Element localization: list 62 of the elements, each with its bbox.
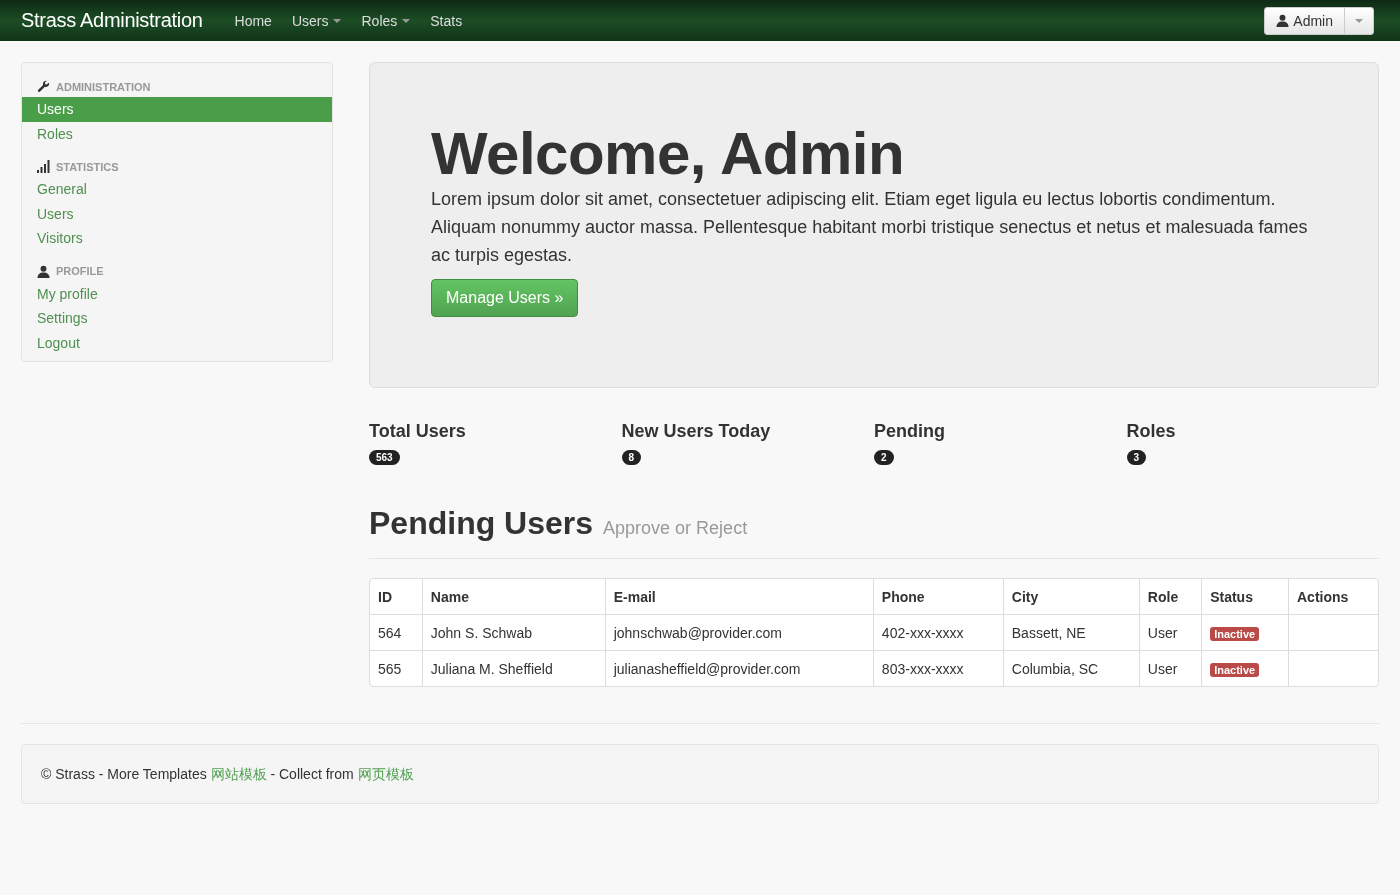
table-cell: 564 <box>370 614 422 650</box>
count-badge: 3 <box>1126 450 1147 465</box>
sidebar-item[interactable]: Logout <box>22 330 332 355</box>
column-header: Role <box>1138 579 1202 614</box>
sidebar-item[interactable]: Settings <box>22 306 332 331</box>
column-header: Actions <box>1288 579 1378 614</box>
table-cell: Bassett, NE <box>1002 614 1139 650</box>
table-cell: 402-xxx-xxxx <box>872 614 1003 650</box>
table-cell: User <box>1138 614 1202 650</box>
caret-icon <box>1355 18 1363 23</box>
count-badge: 8 <box>621 450 642 465</box>
nav-dropdown[interactable]: Roles <box>351 12 421 29</box>
column-header: ID <box>377 587 393 607</box>
column-header: Status <box>1201 579 1288 614</box>
nav-link[interactable]: Stats <box>420 12 473 29</box>
section-header: STATISTICS <box>56 160 119 173</box>
nav-link[interactable]: Home <box>224 12 282 29</box>
user-button[interactable]: Admin <box>1265 7 1345 34</box>
nav-dropdown[interactable]: Users <box>281 12 352 29</box>
column-header: Name <box>421 579 605 614</box>
signal-bars-icon <box>37 160 50 173</box>
sidebar-item[interactable]: My profile <box>22 281 332 306</box>
table-cell: johnschwab@provider.com <box>604 614 873 650</box>
status-label: Inactive <box>1210 626 1260 641</box>
table-cell: Juliana M. Sheffield <box>421 650 605 686</box>
stat-label: New Users Today <box>621 421 772 442</box>
brand-title[interactable]: Strass Administration <box>21 9 203 32</box>
caret-icon <box>402 18 411 23</box>
section-subtitle: Approve or Reject <box>603 518 748 539</box>
column-header: City <box>1002 579 1139 614</box>
column-header: E-mail <box>604 579 873 614</box>
intro-paragraph: Lorem ipsum dolor sit amet, consectetuer adipiscing elit. Etiam eget ligula eu lectus lobortis condimentum. Aliquam nonummy auctor massa. Pellentesque habitant morbi tristique senectus et netus et malesuada fames ac turpis egestas. <box>431 188 1309 267</box>
sidebar-item[interactable]: Visitors <box>22 226 332 251</box>
section-header: ADMINISTRATION <box>56 80 151 93</box>
user-icon <box>37 264 50 278</box>
table-cell: John S. Schwab <box>421 614 605 650</box>
welcome-heading: Welcome, Admin <box>431 123 906 185</box>
manage-users-button[interactable]: Manage Users » <box>431 279 579 317</box>
sidebar-item[interactable]: Users <box>22 201 332 226</box>
stat-label: Roles <box>1126 421 1177 442</box>
user-icon <box>1276 14 1290 27</box>
wrench-icon <box>37 80 50 93</box>
section-header: PROFILE <box>56 265 104 277</box>
table-cell: User <box>1138 650 1202 686</box>
table-cell: Columbia, SC <box>1002 650 1139 686</box>
footer-text: © Strass - More Templates 网站模板 - Collect from 网页模板 <box>41 765 415 784</box>
column-header: Phone <box>872 579 1003 614</box>
sidebar-item[interactable]: Roles <box>22 121 332 146</box>
table-cell: 803-xxx-xxxx <box>872 650 1003 686</box>
count-badge: 563 <box>369 450 400 465</box>
table-cell: julianasheffield@provider.com <box>604 650 873 686</box>
footer-link[interactable]: 网页模板 <box>357 766 414 782</box>
status-label: Inactive <box>1210 662 1260 677</box>
caret-icon <box>333 18 342 23</box>
stat-label: Pending <box>874 421 946 442</box>
section-heading: Pending Users <box>369 505 594 542</box>
count-badge: 2 <box>874 450 894 465</box>
footer-link[interactable]: 网站模板 <box>210 766 267 782</box>
sidebar-item[interactable]: General <box>22 177 332 202</box>
stat-label: Total Users <box>369 421 467 442</box>
table-cell: 565 <box>370 650 422 686</box>
sidebar-item[interactable]: Users <box>22 97 332 122</box>
